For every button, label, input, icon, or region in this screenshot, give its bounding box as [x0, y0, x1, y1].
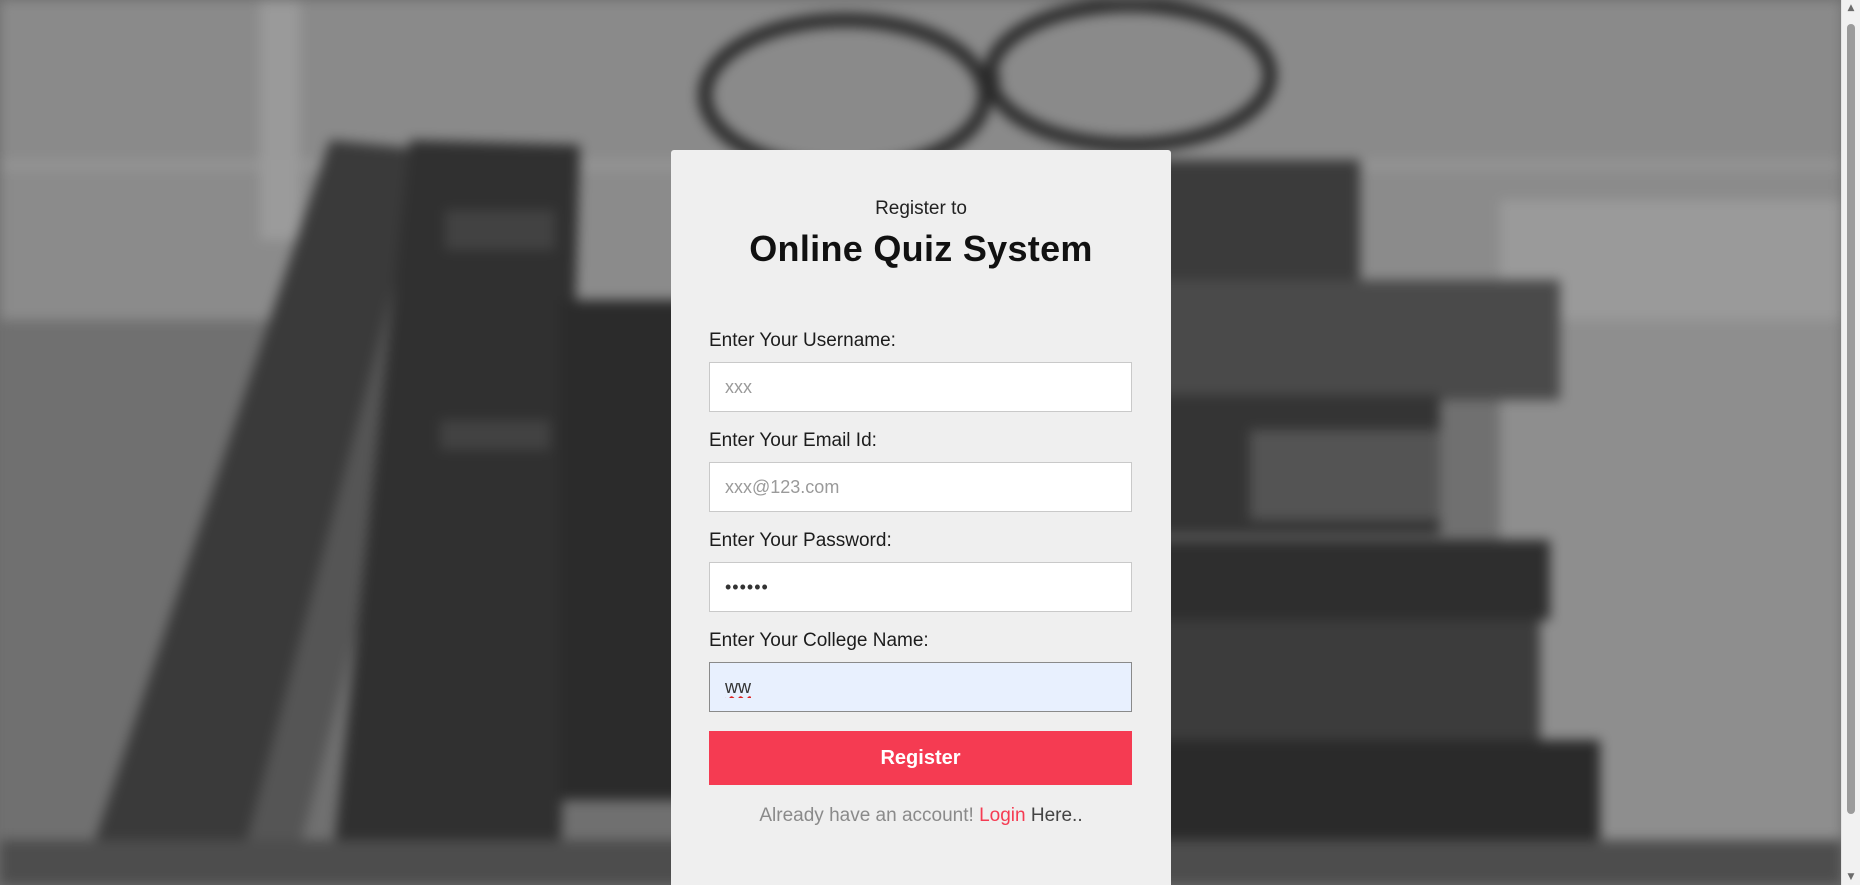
email-input[interactable] [709, 462, 1132, 512]
password-input[interactable] [709, 562, 1132, 612]
scroll-down-arrow-icon[interactable]: ▼ [1842, 869, 1860, 885]
scrollbar-thumb[interactable] [1847, 24, 1855, 814]
password-label: Enter Your Password: [709, 530, 892, 551]
college-label: Enter Your College Name: [709, 630, 929, 651]
login-link[interactable]: Login [979, 805, 1026, 826]
login-prompt: Already have an account! Login Here.. [671, 805, 1171, 827]
browser-viewport: ▲ ▼ Register to Online Quiz System Enter… [0, 0, 1860, 885]
username-input[interactable] [709, 362, 1132, 412]
register-button[interactable]: Register [709, 731, 1132, 785]
page-scrollbar[interactable]: ▲ ▼ [1841, 0, 1860, 885]
register-subtitle: Register to [875, 198, 967, 219]
college-input[interactable] [709, 662, 1132, 712]
scroll-up-arrow-icon[interactable]: ▲ [1842, 0, 1860, 16]
login-prompt-text: Already have an account! [759, 805, 974, 826]
username-label: Enter Your Username: [709, 330, 896, 351]
page-title: Online Quiz System [749, 228, 1093, 269]
register-card: Register to Online Quiz System Enter You… [671, 150, 1171, 885]
login-prompt-suffix: Here.. [1030, 805, 1083, 826]
email-label: Enter Your Email Id: [709, 430, 877, 451]
